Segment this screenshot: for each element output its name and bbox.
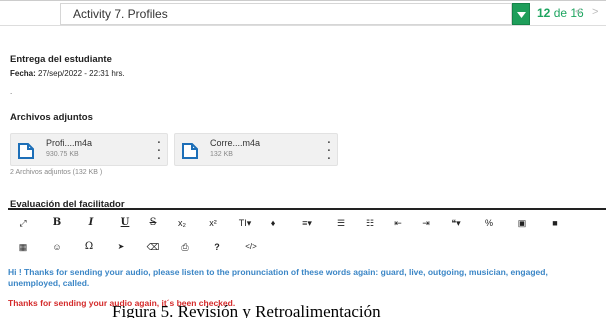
date-value: 27/sep/2022 - 22:31 hrs. — [38, 69, 125, 78]
link-button[interactable]: % — [480, 216, 498, 230]
eraser-button[interactable]: ⌫ — [144, 240, 162, 254]
image-button[interactable]: ▣ — [513, 216, 531, 230]
file-icon — [182, 143, 198, 159]
toolbar-row-1: ⤢ B I U S x₂ x² TI▾ ♦ ≡▾ ☰ ☷ ⇤ ⇥ ❝▾ % ▣ … — [8, 212, 606, 234]
activity-dropdown-button[interactable] — [512, 3, 530, 25]
superscript-button[interactable]: x² — [204, 216, 222, 230]
more-options-icon[interactable]: · · · — [157, 138, 161, 165]
font-size-button[interactable]: TI▾ — [234, 216, 256, 230]
expand-icon[interactable]: ⤢ — [14, 216, 32, 230]
emoticon-button[interactable]: ☺ — [48, 240, 66, 254]
subscript-button[interactable]: x₂ — [173, 216, 191, 230]
bold-button[interactable]: B — [48, 216, 66, 230]
delivery-extra: . — [10, 87, 13, 96]
more-options-icon[interactable]: · · · — [327, 138, 331, 165]
quote-button[interactable]: ❝▾ — [445, 216, 467, 230]
strikethrough-button[interactable]: S — [144, 216, 162, 230]
special-char-button[interactable]: Ω — [80, 240, 98, 254]
attachments-title: Archivos adjuntos — [10, 112, 93, 123]
attachment-card[interactable]: Profi....m4a 930.75 KB · · · — [10, 133, 168, 166]
select-cursor-icon[interactable]: ➤ — [112, 240, 130, 254]
delivery-title: Entrega del estudiante — [10, 54, 112, 65]
editor-toolbar: ⤢ B I U S x₂ x² TI▾ ♦ ≡▾ ☰ ☷ ⇤ ⇥ ❝▾ % ▣ … — [8, 210, 606, 261]
counter-current: 12 — [537, 6, 551, 20]
video-button[interactable]: ■ — [546, 216, 564, 230]
top-bar: Activity 7. Profiles 12 de 16 < > — [0, 0, 606, 26]
indent-button[interactable]: ⇥ — [417, 216, 435, 230]
activity-select[interactable]: Activity 7. Profiles — [60, 3, 512, 25]
help-button[interactable]: ? — [208, 240, 226, 254]
underline-button[interactable]: U — [116, 216, 134, 230]
align-button[interactable]: ≡▾ — [296, 216, 318, 230]
file-icon — [18, 143, 34, 159]
chevron-left-icon[interactable]: < — [575, 6, 581, 18]
chevron-down-icon — [517, 12, 526, 18]
chevron-right-icon[interactable]: > — [592, 6, 598, 18]
outdent-button[interactable]: ⇤ — [389, 216, 407, 230]
attachment-card[interactable]: Corre....m4a 132 KB · · · — [174, 133, 338, 166]
color-fill-icon[interactable]: ♦ — [264, 216, 282, 230]
attachments-summary: 2 Archivos adjuntos (132 KB ) — [10, 169, 103, 176]
code-view-button[interactable]: </> — [240, 240, 262, 254]
table-button[interactable]: ▦ — [14, 240, 32, 254]
date-label: Fecha: — [10, 69, 36, 78]
toolbar-row-2: ▦ ☺ Ω ➤ ⌫ ⎙ ? </> — [8, 236, 606, 258]
unordered-list-button[interactable]: ☷ — [361, 216, 379, 230]
delivery-date: Fecha: 27/sep/2022 - 22:31 hrs. — [10, 69, 125, 78]
figure-caption: Figura 5. Revisión y Retroalimentación — [112, 302, 381, 318]
attachment-name: Profi....m4a — [46, 138, 93, 148]
feedback-message-1: Hi ! Thanks for sending your audio, plea… — [8, 267, 548, 288]
italic-button[interactable]: I — [82, 216, 100, 230]
ordered-list-button[interactable]: ☰ — [332, 216, 350, 230]
attachment-size: 132 KB — [210, 151, 233, 158]
print-button[interactable]: ⎙ — [176, 240, 194, 254]
attachment-size: 930.75 KB — [46, 151, 79, 158]
attachment-name: Corre....m4a — [210, 138, 261, 148]
